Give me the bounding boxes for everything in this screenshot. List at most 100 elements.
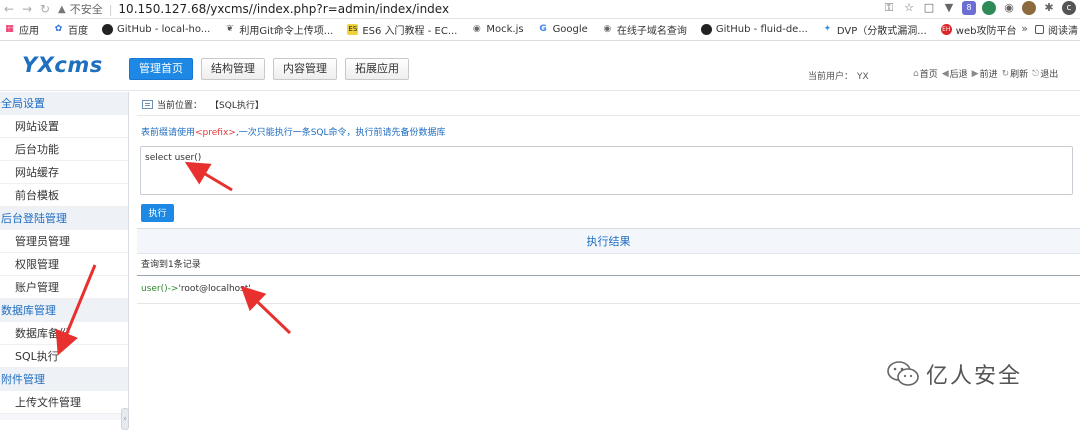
extension-v-icon[interactable]: ▼ (942, 1, 956, 15)
back-arrow-icon[interactable]: ← (0, 2, 18, 16)
refresh-link[interactable]: ↻ 刷新 (1002, 67, 1029, 81)
logout-link-label: 退出 (1040, 70, 1059, 80)
sidebar-item-permissions[interactable]: 权限管理 (0, 253, 128, 276)
forward-arrow-icon[interactable]: → (18, 2, 36, 16)
result-key: user() (141, 284, 168, 294)
notice-suffix: ,一次只能执行一条SQL命令，执行前请先备份数据库 (235, 128, 446, 138)
git-icon: ❦ (226, 24, 234, 34)
sql-input[interactable]: select user() (140, 146, 1073, 195)
forward-link-label: 前进 (979, 70, 998, 80)
sidebar-item-sql-execute[interactable]: SQL执行 (0, 345, 128, 368)
bookmark-label: web攻防平台 (955, 26, 1017, 37)
sql-notice: 表前缀请使用<prefix>,一次只能执行一条SQL命令，执行前请先备份数据库 (141, 125, 446, 138)
bookmark-label: 应用 (19, 26, 39, 37)
extension-green-icon[interactable] (982, 1, 996, 15)
github-icon (700, 24, 712, 35)
extension-cookie-icon[interactable] (1022, 1, 1036, 15)
warning-icon: ▲ (58, 3, 66, 15)
back-icon: ◀ (941, 68, 949, 79)
tab-admin-home[interactable]: 管理首页 (129, 58, 193, 80)
breadcrumb: 当前位置： 【SQL执行】 (137, 94, 1080, 116)
reading-list[interactable]: 阅读清 (1035, 22, 1078, 37)
forward-link[interactable]: ▶ 前进 (971, 67, 998, 81)
key-icon[interactable]: ⚿ (882, 1, 896, 15)
globe-icon: ◉ (472, 24, 481, 34)
current-user-name: YX (857, 72, 869, 82)
header-links: ⌂ 首页 ◀ 后退 ▶ 前进 ↻ 刷新 ⎋ 退出 (913, 67, 1059, 81)
extension-blank-icon[interactable]: □ (922, 1, 936, 15)
apps-grid-icon: ▦ (5, 24, 14, 34)
execute-button[interactable]: 执行 (141, 204, 174, 222)
app-header: YXcms 管理首页 结构管理 内容管理 拓展应用 当前用户： YX ⌂ 首页 ◀ 后… (0, 41, 1080, 91)
bookmark-github-fluid[interactable]: GitHub - fluid-de... (700, 24, 808, 35)
reading-list-label: 阅读清 (1048, 26, 1078, 37)
tab-content[interactable]: 内容管理 (273, 58, 337, 80)
bookmark-dvp[interactable]: ✦ DVP（分散式漏洞... (822, 22, 927, 37)
sidebar-group-global-settings[interactable]: 全局设置 (0, 92, 128, 115)
sidebar-item-db-backup[interactable]: 数据库备份 (0, 322, 128, 345)
bookmark-subdomain[interactable]: ◉ 在线子域名查询 (602, 22, 686, 37)
forward-icon: ▶ (971, 68, 979, 79)
tab-structure[interactable]: 结构管理 (201, 58, 265, 80)
bookmark-google[interactable]: G Google (538, 24, 588, 35)
sidebar-item-site-settings[interactable]: 网站设置 (0, 115, 128, 138)
logout-link[interactable]: ⎋ 退出 (1032, 67, 1059, 81)
bookmark-label: ES6 入门教程 - EC... (362, 26, 458, 37)
sidebar-item-frontend-templates[interactable]: 前台模板 (0, 184, 128, 207)
extension-purple-icon[interactable]: 8 (962, 1, 976, 15)
globe-icon: ◉ (603, 24, 612, 34)
back-link-label: 后退 (949, 70, 968, 80)
sidebar: 全局设置 网站设置 后台功能 网站缓存 前台模板 后台登陆管理 管理员管理 权限… (0, 92, 129, 430)
url-separator: | (108, 2, 113, 16)
bookmark-label: GitHub - fluid-de... (715, 24, 808, 35)
tab-extensions[interactable]: 拓展应用 (345, 58, 409, 80)
reading-list-icon (1035, 25, 1044, 34)
top-nav: 管理首页 结构管理 内容管理 拓展应用 (129, 58, 409, 80)
result-count: 查询到1条记录 (137, 254, 1080, 276)
bookmark-web-attack[interactable]: EH web攻防平台 (940, 22, 1017, 37)
back-link[interactable]: ◀ 后退 (941, 67, 968, 81)
star-icon[interactable]: ☆ (902, 1, 916, 15)
bookmark-baidu[interactable]: ✿ 百度 (53, 22, 88, 37)
bookmarks-more-button[interactable]: » (1021, 22, 1028, 35)
logout-icon: ⎋ (1032, 68, 1040, 79)
bookmark-es6[interactable]: ES ES6 入门教程 - EC... (347, 22, 457, 37)
result-value: 'root@localhost' (178, 284, 251, 294)
google-icon: G (539, 24, 547, 34)
extensions-puzzle-icon[interactable]: ✱ (1042, 1, 1056, 15)
sidebar-collapse-handle[interactable]: ‹ (121, 408, 129, 430)
extension-fox-icon[interactable]: ◉ (1002, 1, 1016, 15)
reload-icon[interactable]: ↻ (36, 2, 54, 16)
es6-icon: ES (347, 24, 359, 35)
url-field[interactable]: ▲ 不安全 | 10.150.127.68/yxcms//index.php?r… (58, 1, 908, 18)
url-text[interactable]: 10.150.127.68/yxcms//index.php?r=admin/i… (118, 2, 449, 16)
bookmark-git[interactable]: ❦ 利用Git命令上传项... (224, 22, 333, 37)
browser-address-bar: ← → ↻ ▲ 不安全 | 10.150.127.68/yxcms//index… (0, 0, 1080, 19)
sidebar-item-site-cache[interactable]: 网站缓存 (0, 161, 128, 184)
bookmark-github-local[interactable]: GitHub - local-ho... (102, 24, 210, 35)
bookmark-label: 百度 (68, 26, 88, 37)
browser-toolbar: ⚿ ☆ □ ▼ 8 ◉ ✱ c (882, 1, 1076, 15)
bookmark-label: Mock.js (486, 24, 524, 35)
bookmark-mockjs[interactable]: ◉ Mock.js (471, 24, 524, 35)
result-row: user()->'root@localhost' (137, 276, 1080, 304)
result-panel: 执行结果 查询到1条记录 user()->'root@localhost' (137, 228, 1080, 308)
home-link[interactable]: ⌂ 首页 (913, 67, 938, 81)
sidebar-item-accounts[interactable]: 账户管理 (0, 276, 128, 299)
watermark: 亿人安全 (886, 358, 1022, 390)
sidebar-item-uploads[interactable]: 上传文件管理 (0, 391, 128, 414)
notice-prefix-token: <prefix> (195, 128, 236, 138)
logo: YXcms (22, 53, 103, 77)
baidu-paw-icon: ✿ (54, 24, 63, 34)
sidebar-group-database[interactable]: 数据库管理 (0, 299, 128, 322)
breadcrumb-current: 【SQL执行】 (210, 101, 264, 111)
current-user-label: 当前用户： (808, 72, 854, 82)
sidebar-item-backend-functions[interactable]: 后台功能 (0, 138, 128, 161)
sidebar-group-attachments[interactable]: 附件管理 (0, 368, 128, 391)
bookmark-apps[interactable]: ▦ 应用 (4, 22, 39, 37)
sidebar-group-login-management[interactable]: 后台登陆管理 (0, 207, 128, 230)
sidebar-item-admin-management[interactable]: 管理员管理 (0, 230, 128, 253)
github-icon (102, 24, 113, 35)
profile-avatar-icon[interactable]: c (1062, 1, 1076, 15)
bookmark-label: Google (552, 24, 588, 35)
